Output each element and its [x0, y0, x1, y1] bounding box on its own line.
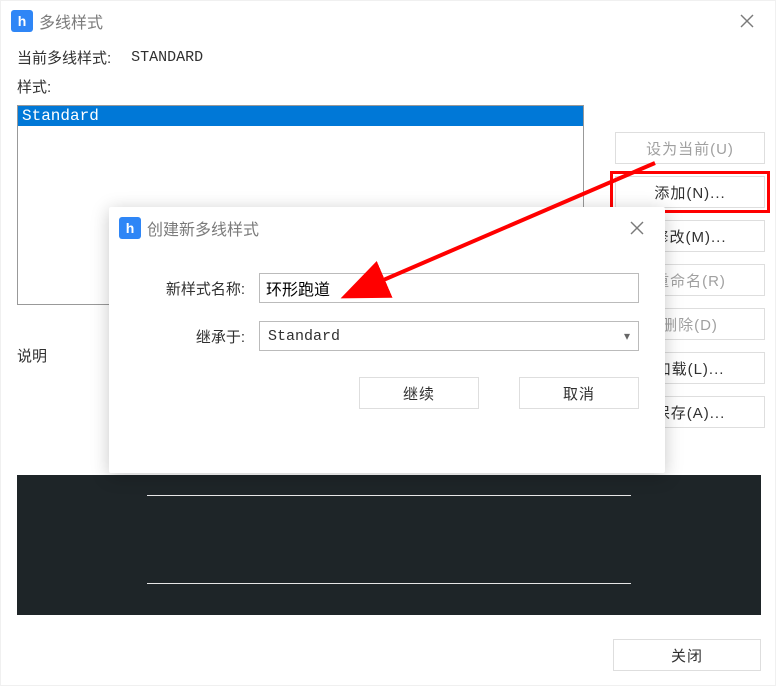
current-style-row: 当前多线样式: STANDARD	[17, 47, 759, 68]
main-titlebar: h 多线样式	[1, 1, 775, 41]
styles-label: 样式:	[17, 76, 51, 97]
app-icon: h	[119, 217, 141, 239]
sub-buttons: 继续 取消	[109, 351, 665, 409]
current-style-label: 当前多线样式:	[17, 47, 111, 68]
name-label: 新样式名称:	[135, 278, 245, 299]
preview-line-bottom	[147, 583, 631, 584]
app-icon: h	[11, 10, 33, 32]
description-label: 说明	[17, 345, 47, 366]
sub-close-button[interactable]	[619, 210, 655, 246]
close-button[interactable]: 关闭	[613, 639, 761, 671]
chevron-down-icon: ▾	[624, 329, 630, 344]
inherit-select[interactable]: Standard ▾	[259, 321, 639, 351]
style-item-standard[interactable]: Standard	[18, 106, 583, 126]
main-dialog-title: 多线样式	[39, 9, 729, 33]
create-style-dialog: h 创建新多线样式 新样式名称: 继承于: Standard ▾	[109, 207, 665, 473]
sub-dialog-title: 创建新多线样式	[147, 216, 619, 240]
styles-label-row: 样式:	[17, 76, 759, 97]
inherit-label: 继承于:	[135, 326, 245, 347]
sub-body: 新样式名称: 继承于: Standard ▾	[109, 249, 665, 351]
main-close-button[interactable]	[729, 3, 765, 39]
inherit-selected-value: Standard	[268, 328, 340, 345]
multiline-style-dialog: h 多线样式 当前多线样式: STANDARD 样式: Standard 设为当…	[0, 0, 776, 686]
close-icon	[739, 13, 755, 29]
inherit-row: 继承于: Standard ▾	[135, 321, 639, 351]
name-row: 新样式名称:	[135, 273, 639, 303]
set-current-button[interactable]: 设为当前(U)	[615, 132, 765, 164]
close-icon	[629, 220, 645, 236]
continue-button[interactable]: 继续	[359, 377, 479, 409]
current-style-value: STANDARD	[131, 49, 203, 66]
new-style-name-input[interactable]	[259, 273, 639, 303]
add-button[interactable]: 添加(N)...	[615, 176, 765, 208]
cancel-button[interactable]: 取消	[519, 377, 639, 409]
preview-line-top	[147, 495, 631, 496]
sub-titlebar: h 创建新多线样式	[109, 207, 665, 249]
preview-area	[17, 475, 761, 615]
